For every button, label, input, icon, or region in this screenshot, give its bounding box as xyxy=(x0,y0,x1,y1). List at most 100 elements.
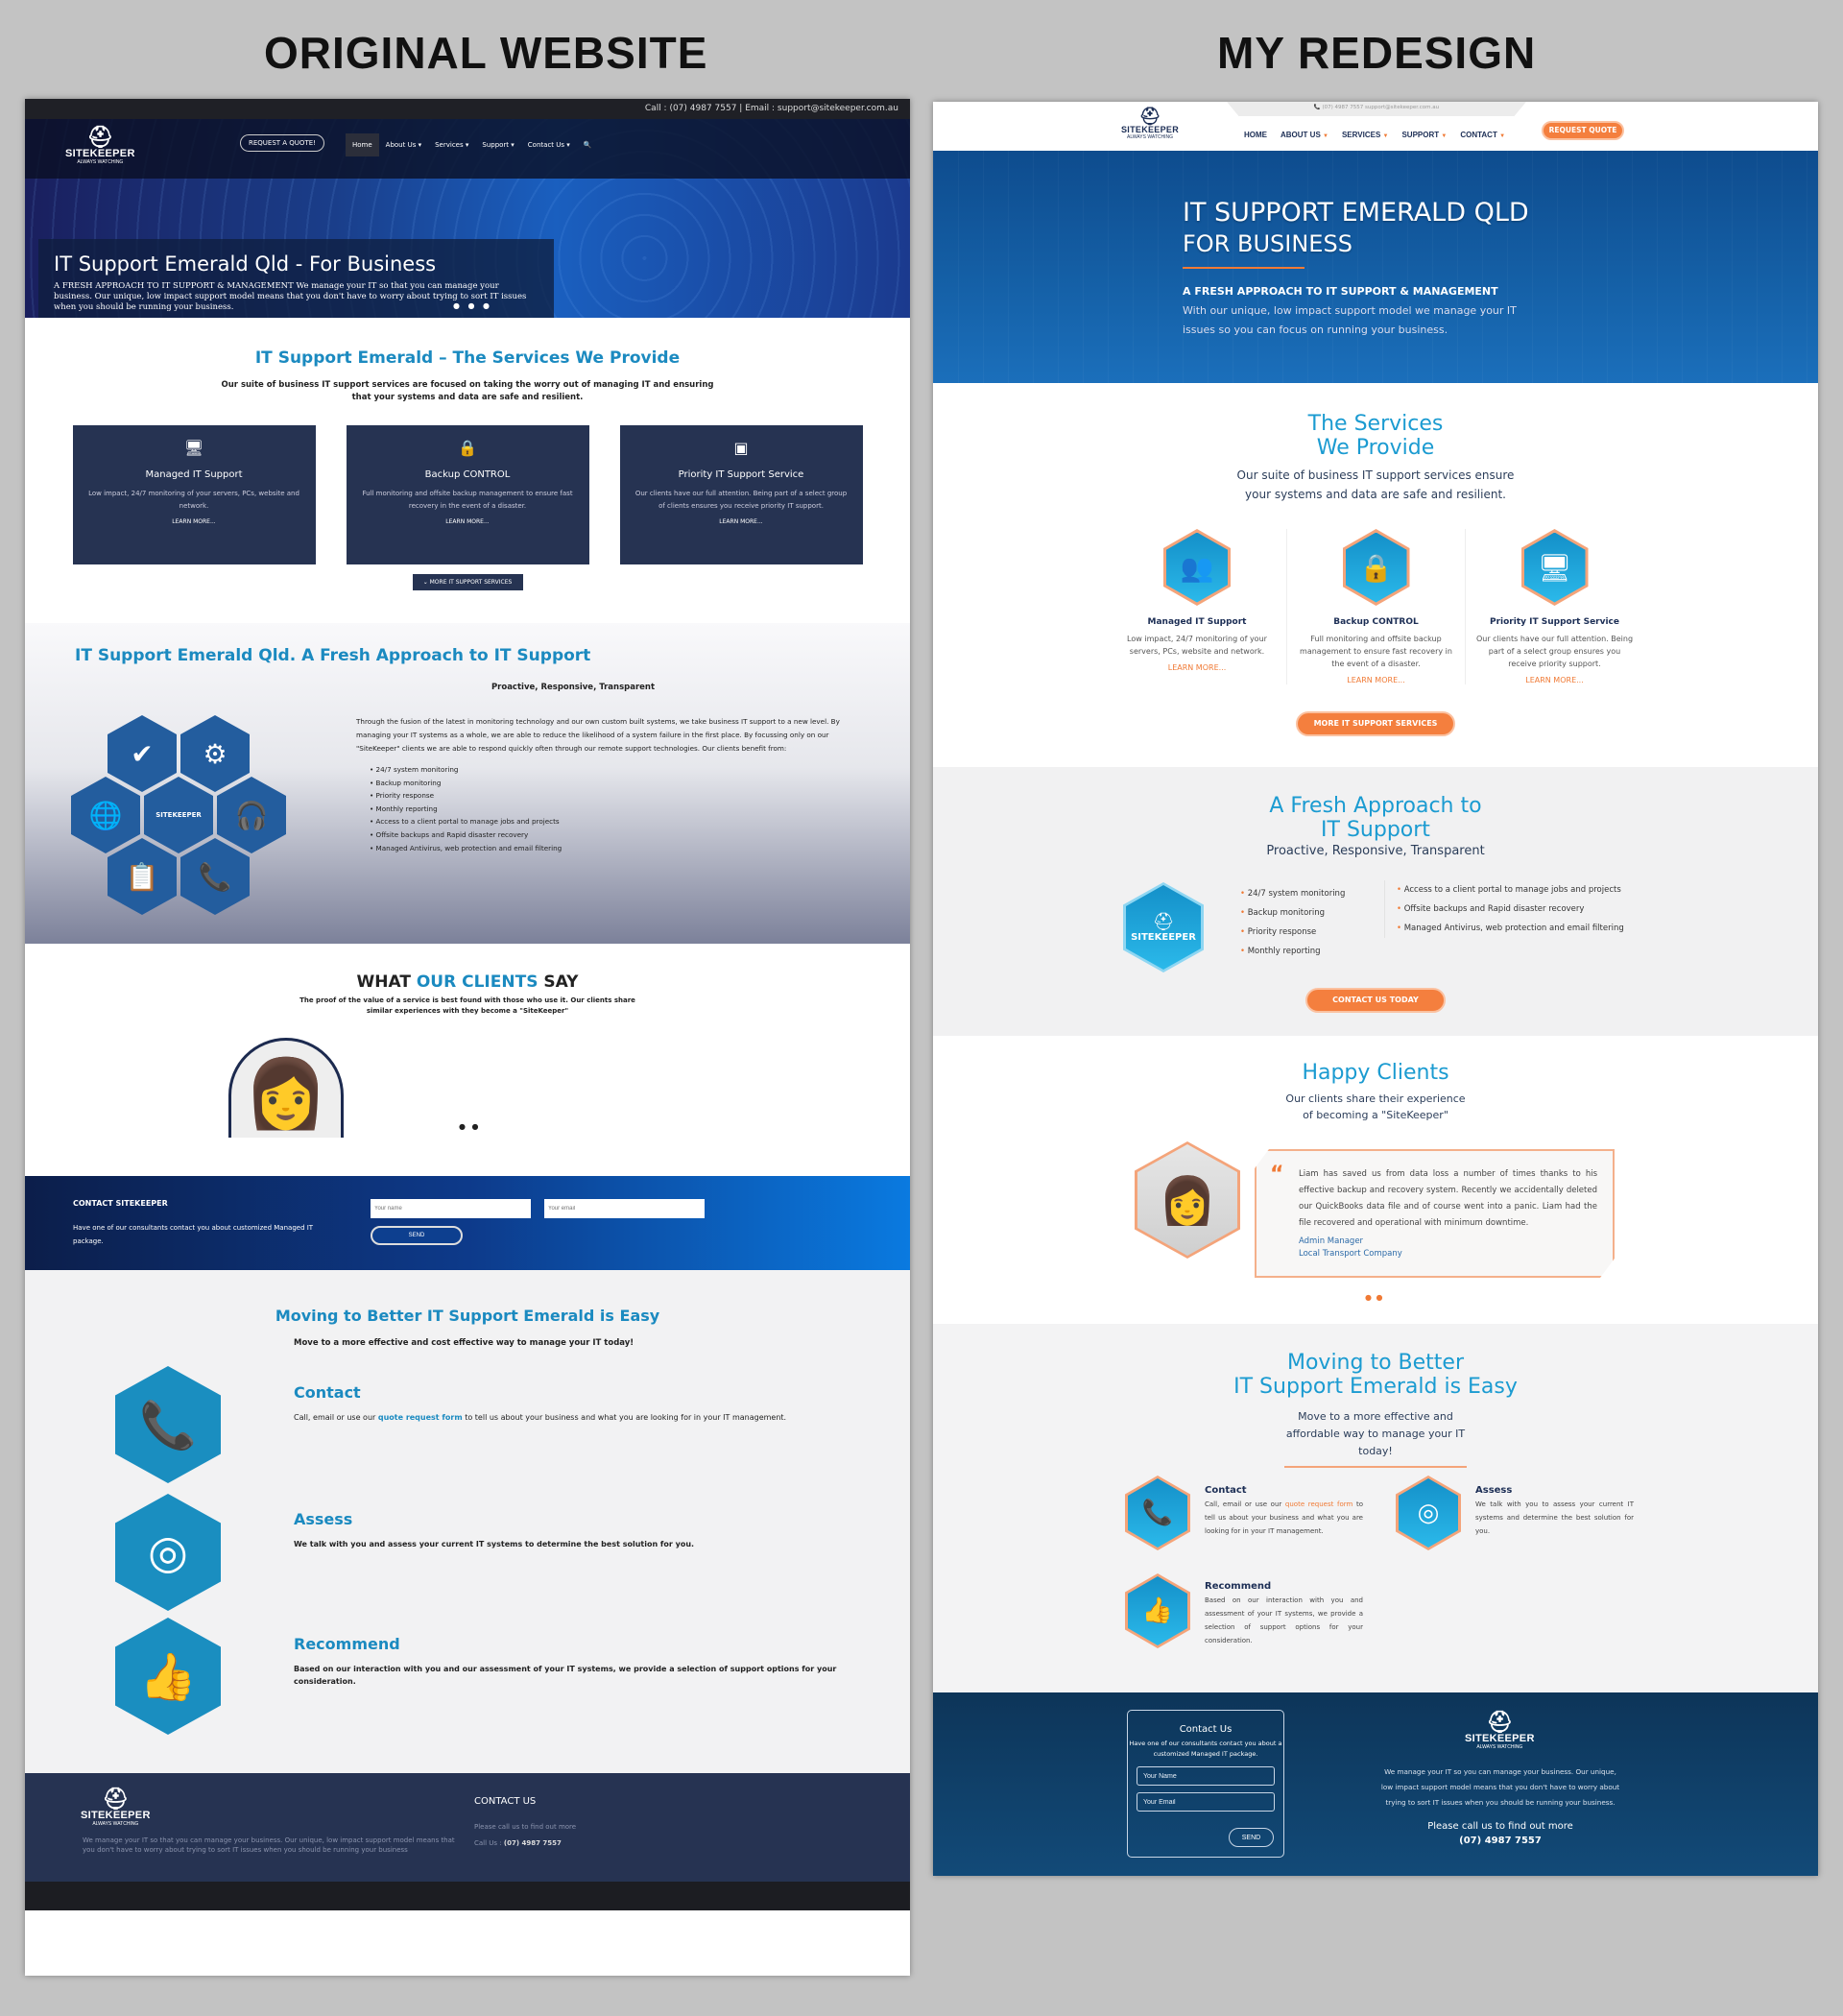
nav-services[interactable]: Services ▾ xyxy=(428,133,475,156)
step-text: Based on our interaction with you and as… xyxy=(1205,1596,1363,1644)
contact-us-today-button[interactable]: CONTACT US TODAY xyxy=(1305,988,1446,1013)
send-button[interactable]: SEND xyxy=(1229,1828,1274,1847)
nav-label: SUPPORT xyxy=(1401,131,1440,139)
hex-frame: ◎ xyxy=(1396,1476,1461,1550)
hex-frame: 🔒 xyxy=(1342,529,1410,606)
nav-home[interactable]: Home xyxy=(346,133,379,156)
name-input[interactable] xyxy=(371,1199,531,1218)
quote-request-link[interactable]: quote request form xyxy=(378,1413,463,1422)
nav-support[interactable]: SUPPORT ▼ xyxy=(1401,131,1447,139)
step-text: We talk with you and assess your current… xyxy=(294,1540,695,1548)
search-icon[interactable]: 🔍 xyxy=(577,133,599,156)
testimonial-dots[interactable]: ● ● xyxy=(459,1122,481,1131)
card-title: Priority IT Support Service xyxy=(1490,617,1619,627)
card-text: Low impact, 24/7 monitoring of your serv… xyxy=(1127,635,1267,656)
client-avatar: 👩 xyxy=(228,1038,344,1138)
card-title: Priority IT Support Service xyxy=(678,469,804,480)
step-recommend: Recommend Based on our interaction with … xyxy=(1205,1581,1363,1647)
logo-name: SITEKEEPER xyxy=(1465,1733,1535,1744)
target-cursor-icon: ◎ xyxy=(115,1494,221,1611)
hero-kicker: A FRESH APPROACH TO IT SUPPORT & MANAGEM… xyxy=(1183,285,1498,298)
person-icon: 👩 xyxy=(244,1054,328,1133)
testimonial-card: “ Liam has saved us from data loss a num… xyxy=(1255,1149,1615,1278)
quote-request-link[interactable]: quote request form xyxy=(1285,1500,1352,1508)
list-item: 24/7 system monitoring xyxy=(370,763,874,777)
caret-down-icon: ▼ xyxy=(1499,133,1506,139)
list-item: Managed Antivirus, web protection and em… xyxy=(370,842,874,855)
fresh-approach-section: IT Support Emerald Qld. A Fresh Approach… xyxy=(25,623,910,944)
name-input[interactable] xyxy=(1137,1766,1275,1786)
spartan-helmet-icon: ⛑ xyxy=(1138,107,1161,126)
send-button[interactable]: SEND xyxy=(371,1226,463,1245)
nav-services[interactable]: SERVICES ▼ xyxy=(1342,131,1389,139)
fresh-tagline: Proactive, Responsive, Transparent xyxy=(1266,844,1485,858)
nav-label: CONTACT xyxy=(1460,131,1497,139)
card-title: Managed IT Support xyxy=(1147,617,1247,627)
logo-name: SITEKEEPER xyxy=(1131,932,1196,943)
step-assess: Assess We talk with you to assess your c… xyxy=(1475,1485,1634,1538)
more-services-button[interactable]: ⌄ MORE IT SUPPORT SERVICES xyxy=(412,574,523,590)
fresh-paragraph: Through the fusion of the latest in moni… xyxy=(356,717,840,753)
footer-logo[interactable]: ⛑ SITEKEEPER ALWAYS WATCHING xyxy=(1465,1712,1535,1751)
title-line: The Services xyxy=(1307,412,1444,436)
email-input[interactable] xyxy=(1137,1792,1275,1812)
logo-tagline: ALWAYS WATCHING xyxy=(92,1821,139,1827)
hero-title-line1: IT SUPPORT EMERALD QLD xyxy=(1183,198,1529,228)
request-quote-button[interactable]: REQUEST QUOTE xyxy=(1542,121,1624,140)
request-quote-button[interactable]: REQUEST A QUOTE! xyxy=(240,134,324,152)
hex-frame: 📞 xyxy=(1125,1476,1190,1550)
target-cursor-icon: ◎ xyxy=(1399,1478,1458,1548)
fresh-tagline: Proactive, Responsive, Transparent xyxy=(491,683,656,692)
benefits-list: 24/7 system monitoring Backup monitoring… xyxy=(370,763,874,854)
more-services-button[interactable]: MORE IT SUPPORT SERVICES xyxy=(1296,711,1455,736)
email-input[interactable] xyxy=(544,1199,705,1218)
phone-number[interactable]: (07) 4987 7557 xyxy=(504,1839,562,1847)
header: 📞 (07) 4987 7557 support@sitekeeper.com.… xyxy=(933,102,1818,151)
card-title: Managed IT Support xyxy=(145,469,243,480)
nav-about-us[interactable]: About Us ▾ xyxy=(379,133,428,156)
contact-form: Contact Us Have one of our consultants c… xyxy=(1127,1710,1284,1858)
list-item: Managed Antivirus, web protection and em… xyxy=(1397,919,1624,938)
phone-number[interactable]: (07) 4987 7557 xyxy=(1459,1836,1542,1846)
step-title: Recommend xyxy=(1205,1581,1272,1592)
nav-label: SERVICES xyxy=(1341,131,1381,139)
list-item: Offsite backups and Rapid disaster recov… xyxy=(370,828,874,842)
learn-more-link[interactable]: LEARN MORE... xyxy=(73,518,316,525)
fresh-body: Through the fusion of the latest in moni… xyxy=(356,715,874,854)
learn-more-link[interactable]: LEARN MORE... xyxy=(347,518,589,525)
footer: Contact Us Have one of our consultants c… xyxy=(933,1692,1818,1876)
fresh-approach-section: A Fresh Approach to IT Support Proactive,… xyxy=(933,767,1818,1036)
learn-more-link[interactable]: LEARN MORE... xyxy=(1466,676,1643,684)
phone-icon: 📞 xyxy=(180,838,250,915)
hero-title-line2: FOR BUSINESS xyxy=(1183,230,1352,257)
logo[interactable]: ⛑ SITEKEEPER ALWAYS WATCHING xyxy=(65,127,135,166)
clients-subtitle: The proof of the value of a service is b… xyxy=(299,996,635,1015)
service-card: 🔒 Backup CONTROL Full monitoring and off… xyxy=(346,425,589,564)
list-item: Backup monitoring xyxy=(370,777,874,790)
call-label: Call Us : xyxy=(474,1839,504,1847)
hero: IT SUPPORT EMERALD QLD FOR BUSINESS A FRE… xyxy=(933,151,1818,383)
testimonial-author: Admin Manager Local Transport Company xyxy=(1299,1236,1597,1260)
step-title: Recommend xyxy=(294,1635,400,1653)
title-highlight: OUR CLIENTS xyxy=(416,972,539,992)
easy-section: Moving to Better IT Support Emerald is E… xyxy=(25,1270,910,1773)
text: to tell us about your business and what … xyxy=(462,1413,787,1422)
card-title: Backup CONTROL xyxy=(1333,617,1419,627)
list-item: Priority response xyxy=(370,789,874,803)
logo-name: SITEKEEPER xyxy=(1121,125,1180,134)
card-text: Low impact, 24/7 monitoring of your serv… xyxy=(88,490,299,510)
testimonial-dots[interactable]: ● ● xyxy=(1365,1293,1384,1302)
globe-icon: 🌐 xyxy=(71,777,140,853)
clients-title: Happy Clients xyxy=(1302,1061,1449,1085)
nav-home[interactable]: HOME xyxy=(1244,131,1267,139)
footer-logo[interactable]: ⛑ SITEKEEPER ALWAYS WATCHING xyxy=(81,1788,151,1828)
logo[interactable]: ⛑ SITEKEEPER ALWAYS WATCHING xyxy=(1121,108,1179,140)
learn-more-link[interactable]: LEARN MORE... xyxy=(620,518,863,525)
nav-contact-us[interactable]: Contact Us ▾ xyxy=(521,133,577,156)
learn-more-link[interactable]: LEARN MORE... xyxy=(1108,663,1286,672)
nav-about-us[interactable]: ABOUT US ▼ xyxy=(1281,131,1328,139)
nav-contact[interactable]: CONTACT ▼ xyxy=(1460,131,1505,139)
slider-dots[interactable]: ● ● ● xyxy=(453,301,492,310)
learn-more-link[interactable]: LEARN MORE... xyxy=(1287,676,1465,684)
nav-support[interactable]: Support ▾ xyxy=(475,133,520,156)
